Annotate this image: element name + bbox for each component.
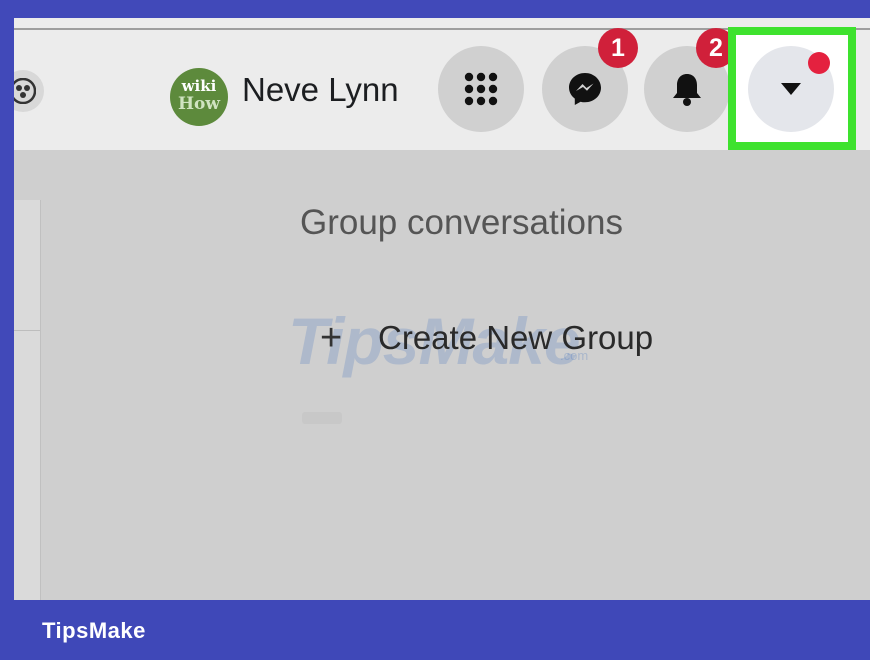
avatar[interactable]: wiki How xyxy=(170,68,228,126)
grid-menu-icon xyxy=(464,72,498,106)
frame-top-border xyxy=(0,0,870,18)
create-new-group-label: Create New Group xyxy=(378,319,654,356)
groups-icon[interactable] xyxy=(14,70,44,112)
profile-name[interactable]: Neve Lynn xyxy=(242,70,399,110)
faint-placeholder xyxy=(302,412,342,424)
groups-icon-glyph xyxy=(14,78,36,104)
notifications-button[interactable]: 2 xyxy=(644,28,736,132)
account-notification-dot xyxy=(808,52,830,74)
frame-left-border xyxy=(0,0,14,660)
caret-down-icon xyxy=(781,83,801,95)
footer-brand: TipsMake xyxy=(42,618,146,643)
group-conversations-heading: Group conversations xyxy=(300,203,623,242)
top-navigation-bar: wiki How Neve Lynn 1 2 xyxy=(14,18,870,150)
create-new-group-button[interactable]: + Create New Group xyxy=(320,318,653,358)
plus-icon: + xyxy=(320,317,343,359)
messenger-button[interactable]: 1 xyxy=(542,28,638,132)
footer-banner: TipsMake xyxy=(0,600,870,660)
bell-icon xyxy=(673,74,701,106)
left-side-panel xyxy=(14,200,41,600)
menu-button[interactable] xyxy=(438,46,524,132)
panel-divider xyxy=(14,330,40,331)
messenger-icon xyxy=(569,73,601,105)
avatar-logo-line1: wiki xyxy=(181,77,217,95)
screen: wiki How Neve Lynn 1 2 Group conversatio… xyxy=(14,18,870,600)
messenger-badge: 1 xyxy=(598,28,638,68)
avatar-logo-line2: How xyxy=(177,94,221,114)
